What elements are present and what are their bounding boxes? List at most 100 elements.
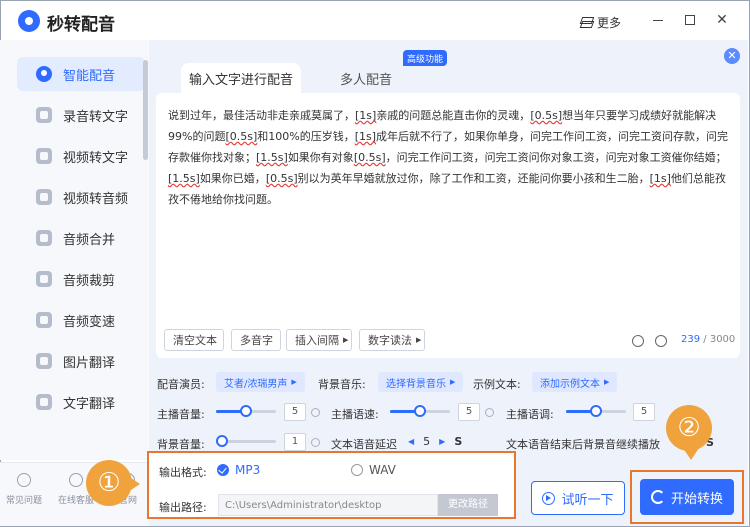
pause-marker[interactable]: [0.5s] [225, 130, 257, 143]
sidebar-item-label: 音频裁剪 [63, 273, 116, 289]
tab-bar: 输入文字进行配音 多人配音 [181, 63, 750, 93]
radio-unchecked-icon [351, 464, 363, 476]
sidebar-item-label: 视频转音频 [63, 191, 129, 207]
text-segment: ，问完工作问工资，问完工资问你对象工资，问完对象工资催你结婚； [385, 151, 727, 164]
host-speed-slider[interactable] [390, 404, 450, 418]
slider-knob[interactable] [216, 435, 228, 447]
preview-button[interactable]: 试听一下 [531, 481, 625, 515]
sidebar-item-5[interactable]: 音频合并 [17, 221, 145, 255]
sidebar-item-label: 录音转文字 [63, 109, 129, 125]
insert-pause-label: 插入间隔 [295, 334, 339, 347]
sidebar-item-4[interactable]: 视频转音频 [17, 180, 145, 214]
tab-text-dubbing[interactable]: 输入文字进行配音 [181, 63, 301, 93]
text-segment: 如果你已婚， [199, 172, 266, 185]
step-1-badge: ① [86, 460, 132, 506]
maximize-button[interactable] [682, 12, 698, 28]
slider-knob[interactable] [414, 405, 426, 417]
bgm-select[interactable]: 选择背景音乐 ▶ [378, 372, 464, 392]
host-volume-value[interactable]: 5 [284, 403, 306, 421]
host-volume-slider[interactable] [216, 404, 276, 418]
text-segment: 亲戚的问题总能直击你的灵魂， [376, 109, 531, 122]
sidebar-item-1[interactable]: 智能配音 [17, 57, 145, 91]
arrow-right-icon[interactable]: ▶ [439, 437, 445, 446]
maximize-icon [685, 15, 695, 25]
format-wav-radio[interactable]: WAV [351, 463, 396, 477]
start-label: 开始转换 [670, 491, 723, 507]
change-path-button[interactable]: 更改路径 [438, 494, 498, 516]
audio-to-text-icon [36, 107, 52, 123]
bg-volume-value[interactable]: 1 [284, 433, 306, 451]
host-volume-label: 主播音量: [157, 408, 205, 421]
panel-close-icon[interactable]: ✕ [724, 48, 740, 64]
bg-volume-slider[interactable] [216, 434, 276, 448]
digit-read-button[interactable]: 数字读法 ▶ [359, 329, 425, 351]
triangle-right-icon: ▶ [343, 336, 349, 344]
footer-button-1[interactable]: 常见问题 [0, 473, 48, 517]
start-convert-button[interactable]: 开始转换 [640, 479, 734, 515]
slider-knob[interactable] [240, 405, 252, 417]
sample-select[interactable]: 添加示例文本 ▶ [532, 372, 618, 392]
sidebar-item-2[interactable]: 录音转文字 [17, 98, 145, 132]
triangle-right-icon: ▶ [450, 378, 456, 386]
play-icon [542, 491, 556, 505]
host-speed-value[interactable]: 5 [458, 403, 480, 421]
polyphone-button[interactable]: 多音字 [231, 329, 281, 351]
sidebar-item-6[interactable]: 音频裁剪 [17, 262, 145, 296]
sidebar-item-9[interactable]: 文字翻译 [17, 385, 145, 419]
pause-marker[interactable]: [1s] [650, 172, 671, 185]
voice-value: 艾者/浓瑞男声 [224, 378, 288, 390]
output-format-label: 输出格式: [159, 466, 207, 479]
arrow-left-icon[interactable]: ◀ [408, 437, 414, 446]
redo-icon[interactable] [655, 335, 667, 347]
host-speed-label: 主播语速: [331, 408, 379, 421]
pause-marker[interactable]: [1.5s] [168, 172, 200, 185]
tail-label: 文本语音结束后背景音继续播放 [506, 438, 660, 451]
insert-pause-button[interactable]: 插入间隔 ▶ [286, 329, 352, 351]
sample-label: 示例文本: [473, 378, 521, 391]
text-segment: 和100%的压岁钱， [257, 130, 355, 143]
text-translate-icon [36, 394, 52, 410]
output-path-input[interactable] [218, 494, 438, 516]
text-editor[interactable]: 说到过年，最佳活动非走亲戚莫属了，[1s]亲戚的问题总能直击你的灵魂，[0.5s… [156, 93, 740, 358]
bg-volume-reset-icon[interactable] [311, 438, 320, 447]
slider-knob[interactable] [590, 405, 602, 417]
more-button[interactable]: 更多 [581, 13, 621, 31]
layers-icon [581, 17, 592, 28]
host-speed-reset-icon[interactable] [485, 408, 494, 417]
clear-text-button[interactable]: 清空文本 [164, 329, 224, 351]
text-segment: 别以为英年早婚就放过你，除了工作和工资，还能问你要小孩和生二胎， [297, 172, 650, 185]
delay-value: 5 [423, 434, 431, 448]
host-pitch-slider[interactable] [566, 404, 626, 418]
delay-control: ◀ 5 ▶ S [408, 434, 464, 448]
sidebar-item-label: 图片翻译 [63, 355, 116, 371]
char-count: 239 / 3000 [681, 334, 735, 345]
pro-feature-badge: 高级功能 [403, 50, 448, 66]
host-volume-reset-icon[interactable] [311, 408, 320, 417]
voice-select[interactable]: 艾者/浓瑞男声 ▶ [216, 372, 305, 392]
tab-multi-dubbing[interactable]: 多人配音 [331, 63, 401, 93]
sidebar-item-8[interactable]: 图片翻译 [17, 344, 145, 378]
host-pitch-label: 主播语调: [506, 408, 554, 421]
pause-marker[interactable]: [0.5s] [530, 109, 562, 122]
pause-marker[interactable]: [0.5s] [354, 151, 386, 164]
sidebar-item-label: 音频合并 [63, 232, 116, 248]
char-count-max: / 3000 [703, 334, 736, 345]
sidebar-item-label: 音频变速 [63, 314, 116, 330]
pause-marker[interactable]: [0.5s] [266, 172, 298, 185]
triangle-right-icon: ▶ [416, 336, 422, 344]
pause-marker[interactable]: [1s] [355, 130, 376, 143]
step-2-badge: ② [666, 405, 712, 451]
editor-text[interactable]: 说到过年，最佳活动非走亲戚莫属了，[1s]亲戚的问题总能直击你的灵魂，[0.5s… [168, 105, 734, 210]
delay-unit: S [454, 434, 463, 448]
minimize-button[interactable] [650, 12, 666, 28]
sidebar-scrollbar[interactable] [143, 60, 148, 160]
sidebar-item-7[interactable]: 音频变速 [17, 303, 145, 337]
format-mp3-radio[interactable]: MP3 [217, 463, 260, 477]
pause-marker[interactable]: [1.5s] [256, 151, 288, 164]
image-translate-icon [36, 353, 52, 369]
undo-icon[interactable] [632, 335, 644, 347]
close-button[interactable]: ✕ [714, 12, 730, 28]
sidebar-item-3[interactable]: 视频转文字 [17, 139, 145, 173]
pause-marker[interactable]: [1s] [355, 109, 376, 122]
host-pitch-value[interactable]: 5 [633, 403, 655, 421]
